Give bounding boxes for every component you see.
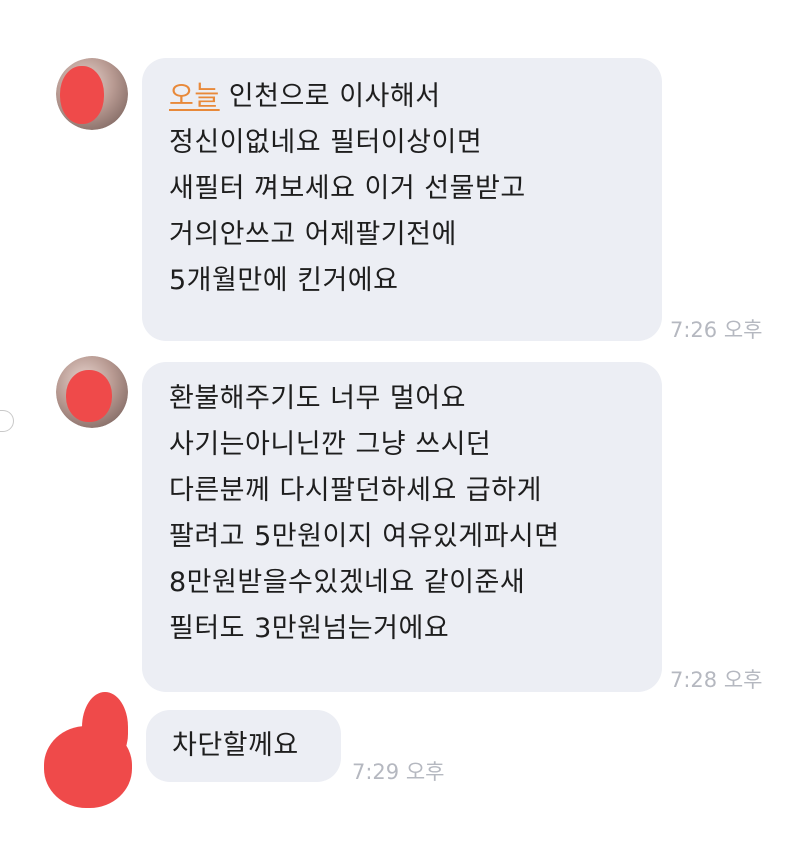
message-line: 다른분께 다시팔던하세요 급하게 (169, 475, 542, 506)
message-bubble[interactable]: 오늘 인천으로 이사해서 정신이없네요 필터이상이면 새필터 껴보세요 이거 선… (142, 58, 662, 341)
chat-conversation: 오늘 인천으로 이사해서 정신이없네요 필터이상이면 새필터 껴보세요 이거 선… (0, 0, 791, 846)
message-timestamp: 7:29 오후 (352, 760, 445, 784)
message-line: 팔려고 5만원이지 여유있게파시면 (169, 521, 560, 552)
message-line: 거의안쓰고 어제팔기전에 (169, 219, 457, 250)
message-line: 8만원받을수있겠네요 같이준새 (169, 567, 526, 598)
message-line: 5개월만에 킨거에요 (169, 265, 399, 296)
side-handle[interactable] (0, 410, 14, 432)
avatar-redaction (82, 692, 128, 762)
sender-avatar-redacted[interactable] (44, 692, 136, 810)
message-line: 차단할께요 (172, 730, 299, 761)
avatar-redaction (60, 66, 104, 124)
sender-avatar[interactable] (56, 58, 128, 130)
message-line: 정신이없네요 필터이상이면 (169, 127, 483, 158)
highlighted-word: 오늘 (169, 81, 220, 112)
message-line: 사기는아니닌깐 그냥 쓰시던 (169, 429, 492, 460)
message-line: 새필터 껴보세요 이거 선물받고 (169, 173, 526, 204)
message-line: 필터도 3만원넘는거에요 (169, 613, 450, 644)
message-bubble[interactable]: 차단할께요 (146, 710, 341, 782)
message-timestamp: 7:26 오후 (670, 318, 763, 342)
avatar-redaction (66, 370, 112, 422)
message-text: 인천으로 이사해서 (219, 81, 441, 112)
sender-avatar[interactable] (56, 356, 128, 428)
message-bubble[interactable]: 환불해주기도 너무 멀어요 사기는아니닌깐 그냥 쓰시던 다른분께 다시팔던하세… (142, 362, 662, 692)
message-line: 오늘 인천으로 이사해서 (169, 74, 638, 120)
message-line: 환불해주기도 너무 멀어요 (169, 383, 466, 414)
message-timestamp: 7:28 오후 (670, 668, 763, 692)
